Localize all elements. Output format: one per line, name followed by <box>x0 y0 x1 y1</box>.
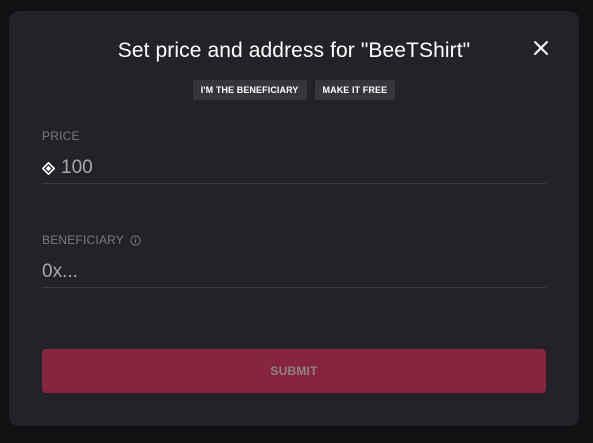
price-label: PRICE <box>42 129 80 143</box>
mana-icon <box>42 161 55 175</box>
beneficiary-field: BENEFICIARY <box>42 233 546 288</box>
make-it-free-button[interactable]: MAKE IT FREE <box>314 80 396 100</box>
quick-action-chips: I'M THE BENEFICIARY MAKE IT FREE <box>9 80 579 100</box>
info-icon[interactable] <box>130 234 141 246</box>
price-input-row <box>42 153 546 184</box>
beneficiary-label-row: BENEFICIARY <box>42 233 546 247</box>
modal-title: Set price and address for "BeeTShirt" <box>117 39 471 62</box>
set-price-modal: Set price and address for "BeeTShirt" I'… <box>9 11 579 426</box>
beneficiary-input[interactable] <box>42 257 546 287</box>
beneficiary-input-row <box>42 257 546 288</box>
close-button[interactable] <box>531 38 551 58</box>
close-icon <box>534 41 548 55</box>
submit-button[interactable]: SUBMIT <box>42 349 546 393</box>
price-input[interactable] <box>61 153 546 183</box>
beneficiary-label: BENEFICIARY <box>42 233 124 247</box>
im-the-beneficiary-button[interactable]: I'M THE BENEFICIARY <box>192 80 307 100</box>
price-field: PRICE <box>42 129 546 184</box>
